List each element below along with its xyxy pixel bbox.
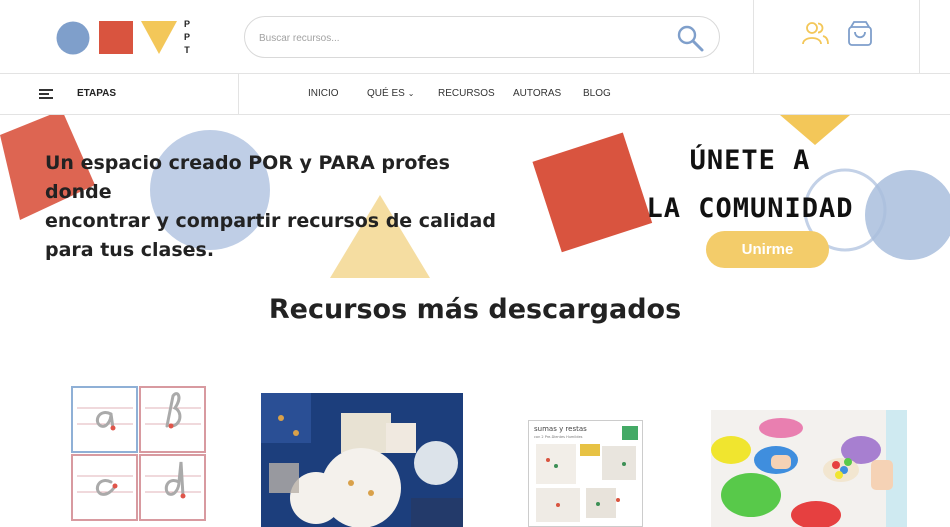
hero-banner: Un espacio creado POR y PARA profes dond… (0, 115, 950, 278)
join-button[interactable]: Unirme (706, 231, 829, 268)
card3-subtitle: con 2 Pre-Dientes Humildes (534, 435, 583, 439)
user-group-icon[interactable] (800, 19, 830, 49)
nav-item-que-es[interactable]: QUÉ ES ⌄ (367, 88, 415, 99)
cta-line: ÚNETE A (689, 145, 811, 176)
tagline-line: para tus clases. (45, 239, 215, 261)
logo-letter-3: T (184, 45, 190, 55)
header-divider (753, 0, 754, 74)
nav-item-recursos[interactable]: RECURSOS (438, 88, 495, 99)
resource-card-classroom-photo[interactable] (261, 393, 463, 527)
hamburger-icon[interactable] (39, 89, 53, 101)
tagline-line: encontrar y compartir recursos de calida… (45, 210, 496, 232)
search-bar (244, 16, 720, 58)
nav-item-inicio[interactable]: INICIO (308, 88, 339, 99)
logo-letter-1: P (184, 19, 190, 29)
nav-item-autoras[interactable]: AUTORAS (513, 88, 561, 99)
ppt-logo[interactable]: P P T (56, 18, 196, 58)
logo-letter-2: P (184, 32, 190, 42)
section-title: Recursos más descargados (268, 294, 682, 325)
resource-card-sums-poster[interactable]: sumas y restas con 2 Pre-Dientes Humilde… (528, 420, 643, 527)
search-input[interactable] (259, 27, 659, 49)
main-nav: ETAPAS INICIO QUÉ ES ⌄ RECURSOS AUTORAS B… (0, 74, 950, 115)
chevron-down-icon: ⌄ (407, 89, 415, 98)
banner-tagline: Un espacio creado POR y PARA profes dond… (45, 149, 515, 265)
header-divider (919, 0, 920, 74)
stages-menu[interactable]: ETAPAS (0, 74, 239, 115)
resource-card-letters[interactable] (71, 386, 207, 522)
stages-label: ETAPAS (77, 88, 117, 99)
nav-item-blog[interactable]: BLOG (583, 88, 611, 99)
shopping-bag-icon[interactable] (845, 19, 875, 49)
resource-card-bowls-photo[interactable] (711, 410, 907, 527)
tagline-line: Un espacio creado POR y PARA profes dond… (45, 152, 450, 203)
nav-item-label: QUÉ ES (367, 88, 405, 99)
site-header: P P T (0, 0, 950, 74)
search-icon[interactable] (675, 23, 705, 53)
card3-title: sumas y restas (534, 425, 587, 433)
